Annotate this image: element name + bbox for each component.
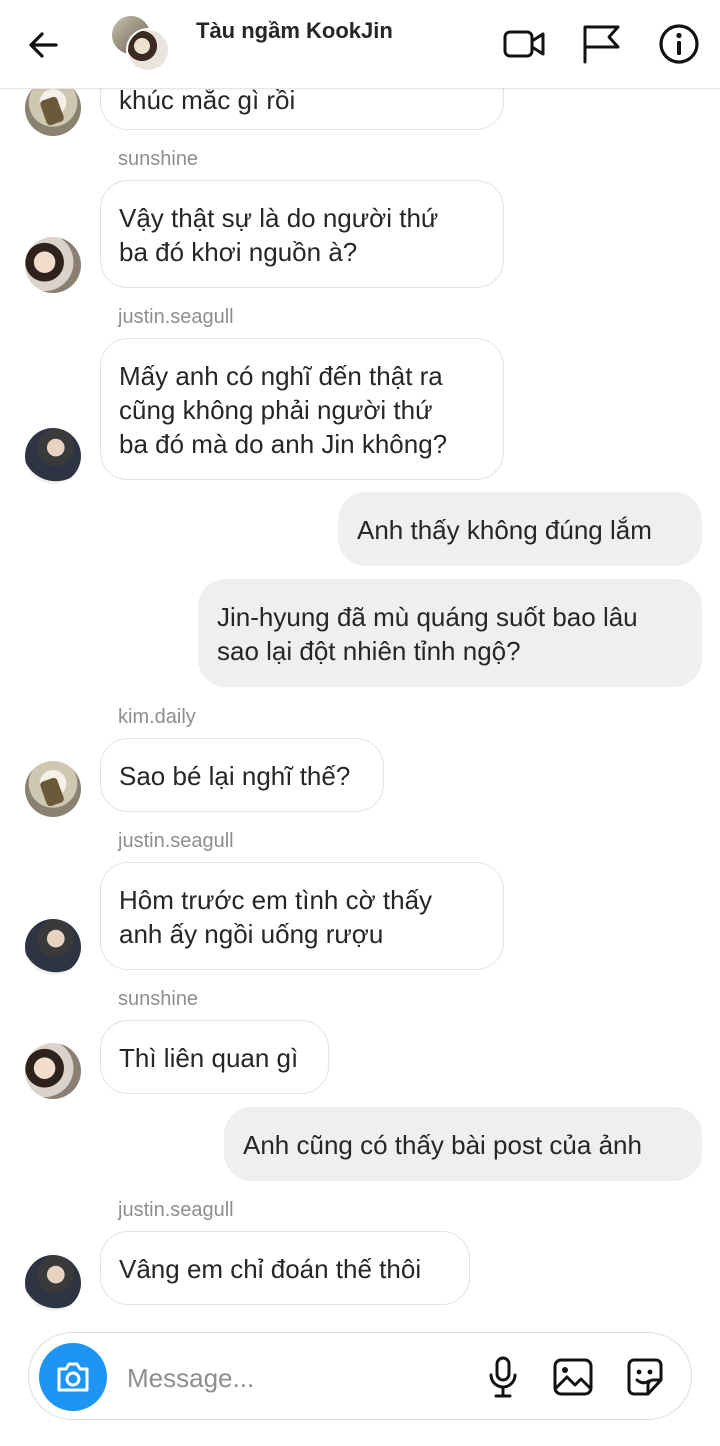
microphone-icon — [489, 1356, 517, 1398]
message-line: Anh cũng có thấy bài post của ảnh — [243, 1130, 642, 1160]
message-thread[interactable]: khúc mắc gì rồi sunshine Vậy thật sự là … — [0, 0, 720, 1330]
message-bubble-outgoing[interactable]: Anh thấy không đúng lắm — [338, 492, 702, 566]
message-bubble-incoming[interactable]: Hôm trước em tình cờ thấy anh ấy ngồi uố… — [100, 862, 504, 970]
message-bubble-incoming[interactable]: Vâng em chỉ đoán thế thôi — [100, 1231, 470, 1305]
sender-name: justin.seagull — [118, 306, 234, 328]
avatar[interactable] — [25, 1255, 81, 1311]
message-line: sao lại đột nhiên tỉnh ngộ? — [217, 636, 521, 666]
avatar[interactable] — [25, 761, 81, 817]
back-button[interactable] — [22, 24, 64, 66]
report-button[interactable] — [580, 22, 624, 66]
sender-name: justin.seagull — [118, 1199, 234, 1221]
arrow-left-icon — [29, 32, 58, 58]
group-avatar[interactable] — [110, 14, 170, 72]
message-line: Vâng em chỉ đoán thế thôi — [119, 1254, 422, 1284]
sender-name: sunshine — [118, 988, 199, 1010]
message-bubble-outgoing[interactable]: Jin-hyung đã mù quáng suốt bao lâu sao l… — [198, 579, 702, 687]
gallery-button[interactable] — [551, 1355, 595, 1399]
avatar[interactable] — [25, 919, 81, 975]
message-input[interactable] — [125, 1355, 469, 1401]
message-bubble-outgoing[interactable]: Anh cũng có thấy bài post của ảnh — [224, 1107, 702, 1181]
message-bubble-incoming[interactable]: Thì liên quan gì — [100, 1020, 329, 1094]
message-bubble-incoming[interactable]: Mấy anh có nghĩ đến thật ra cũng không p… — [100, 338, 504, 480]
message-line: Jin-hyung đã mù quáng suốt bao lâu — [217, 602, 638, 632]
message-line: cũng không phải người thứ — [119, 395, 433, 425]
video-call-button[interactable] — [502, 22, 546, 66]
sender-name: sunshine — [118, 148, 199, 170]
avatar[interactable] — [25, 428, 81, 484]
message-line: Anh thấy không đúng lắm — [357, 515, 652, 545]
message-line: anh ấy ngồi uống rượu — [119, 919, 384, 949]
sender-name: kim.daily — [118, 706, 196, 728]
flag-icon — [583, 25, 620, 64]
voice-message-button[interactable] — [481, 1355, 525, 1399]
sender-name: justin.seagull — [118, 830, 234, 852]
video-camera-icon — [503, 30, 545, 58]
sticker-button[interactable] — [623, 1355, 667, 1399]
message-line: Thì liên quan gì — [119, 1043, 299, 1073]
avatar — [126, 28, 170, 72]
message-composer — [28, 1332, 692, 1420]
message-bubble-incoming[interactable]: Vậy thật sự là do người thứ ba đó khơi n… — [100, 180, 504, 288]
message-bubble-incoming[interactable]: Sao bé lại nghĩ thế? — [100, 738, 384, 812]
info-icon — [659, 24, 699, 64]
camera-icon — [57, 1362, 89, 1392]
image-icon — [553, 1358, 593, 1396]
camera-button[interactable] — [39, 1343, 107, 1411]
chat-title[interactable]: Tàu ngầm KookJin — [196, 18, 393, 44]
message-line: ba đó mà do anh Jin không? — [119, 429, 448, 459]
message-line: ba đó khơi nguồn à? — [119, 237, 358, 267]
chat-header: Tàu ngầm KookJin — [0, 0, 720, 89]
avatar[interactable] — [25, 1043, 81, 1099]
message-line: Mấy anh có nghĩ đến thật ra — [119, 361, 443, 391]
avatar[interactable] — [25, 237, 81, 293]
message-line: Sao bé lại nghĩ thế? — [119, 761, 351, 791]
message-line: Hôm trước em tình cờ thấy — [119, 885, 433, 915]
info-button[interactable] — [657, 22, 701, 66]
sticker-icon — [627, 1358, 663, 1396]
message-line: Vậy thật sự là do người thứ — [119, 203, 439, 233]
